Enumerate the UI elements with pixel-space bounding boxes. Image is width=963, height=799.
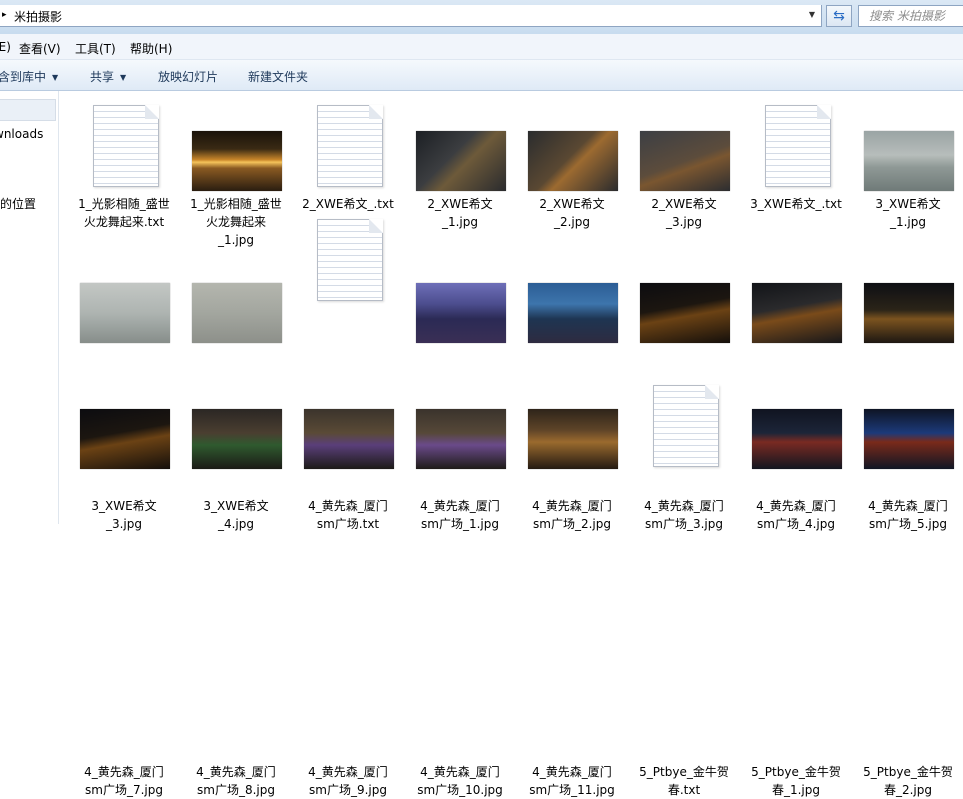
file-name: 2_XWE希文 _1.jpg — [427, 197, 493, 229]
image-thumbnail — [640, 283, 730, 343]
file-list: 1_光影相随_盛世 火龙舞起来.txt 1_光影相随_盛世 火龙舞起来 _1.jp… — [60, 91, 963, 797]
file-item[interactable]: 2_XWE希文 _2.jpg — [508, 91, 618, 231]
image-thumbnail — [192, 409, 282, 469]
new-folder-button[interactable]: 新建文件夹 — [248, 68, 308, 85]
image-thumbnail — [864, 409, 954, 469]
image-thumbnail — [80, 283, 170, 343]
nav-selected-item[interactable] — [0, 99, 56, 121]
file-item[interactable]: 4_黄先森_厦门 sm广场_4.jpg — [732, 241, 842, 531]
file-name: 4_黄先森_厦门 sm广场_11.jpg — [529, 765, 615, 797]
file-item[interactable]: 4_黄先森_厦门 sm广场_3.jpg — [620, 241, 730, 531]
address-bar-row: ▸ 米拍摄影 ▼ ⇆ 搜索 米拍摄影 — [0, 0, 963, 34]
file-item[interactable]: 1_光影相随_盛世 火龙舞起来.txt — [60, 91, 170, 231]
search-input[interactable]: 搜索 米拍摄影 — [858, 5, 963, 27]
text-file-icon — [317, 105, 383, 187]
address-bar[interactable]: ▸ 米拍摄影 ▼ — [0, 5, 822, 27]
file-name: 4_黄先森_厦门 sm广场_7.jpg — [84, 765, 164, 797]
file-name: 3_XWE希文_.txt — [750, 197, 842, 211]
chevron-down-icon[interactable]: ▼ — [803, 5, 821, 25]
file-name: 1_光影相随_盛世 火龙舞起来.txt — [78, 197, 170, 229]
file-item[interactable]: 4_黄先森_厦门 sm广场_10.jpg — [396, 371, 506, 797]
image-thumbnail — [528, 283, 618, 343]
image-thumbnail — [528, 131, 618, 191]
file-item[interactable]: 1_光影相随_盛世 火龙舞起来 _1.jpg — [172, 91, 282, 247]
image-thumbnail — [752, 409, 842, 469]
text-file-icon — [317, 219, 383, 301]
share-button[interactable]: 共享 ▼ — [90, 68, 126, 85]
file-item[interactable]: 3_XWE希文 _1.jpg — [844, 91, 954, 231]
file-item[interactable]: 5_Ptbye_金牛贺 春_1.jpg — [732, 371, 842, 797]
file-name: 5_Ptbye_金牛贺 春_2.jpg — [863, 765, 953, 797]
chevron-down-icon: ▼ — [52, 73, 59, 82]
image-thumbnail — [416, 131, 506, 191]
file-name: 2_XWE希文 _3.jpg — [651, 197, 717, 229]
file-item[interactable]: 3_XWE希文 _3.jpg — [60, 241, 170, 531]
image-thumbnail — [528, 409, 618, 469]
image-thumbnail — [192, 131, 282, 191]
command-bar: 含到库中 ▼ 共享 ▼ 放映幻灯片 新建文件夹 — [0, 60, 963, 91]
slideshow-button[interactable]: 放映幻灯片 — [158, 68, 218, 85]
file-item[interactable]: 2_XWE希文 _3.jpg — [620, 91, 730, 231]
image-thumbnail — [192, 283, 282, 343]
nav-item-recent-places[interactable]: 的位置 — [0, 195, 36, 212]
menu-tools[interactable]: 工具(T) — [75, 40, 116, 57]
file-name: 3_XWE希文 _1.jpg — [875, 197, 941, 229]
image-thumbnail — [864, 283, 954, 343]
image-thumbnail — [416, 283, 506, 343]
menu-bar: (E) 查看(V) 工具(T) 帮助(H) — [0, 34, 963, 60]
refresh-icon: ⇆ — [833, 8, 845, 24]
navigation-pane: wnloads 的位置 — [0, 91, 59, 524]
image-thumbnail — [640, 131, 730, 191]
file-item[interactable]: 4_黄先森_厦门 sm广场_2.jpg — [508, 241, 618, 531]
image-thumbnail — [416, 409, 506, 469]
file-item[interactable]: 5_Ptbye_金牛贺 春_2.jpg — [844, 371, 954, 797]
file-name: 2_XWE希文_.txt — [302, 197, 394, 211]
file-item[interactable]: 2_XWE希文 _1.jpg — [396, 91, 506, 231]
file-item[interactable]: 4_黄先森_厦门 sm广场_9.jpg — [284, 371, 394, 797]
refresh-button[interactable]: ⇆ — [826, 5, 852, 27]
file-name: 4_黄先森_厦门 sm广场_9.jpg — [308, 765, 388, 797]
file-name: 4_黄先森_厦门 sm广场_8.jpg — [196, 765, 276, 797]
image-thumbnail — [864, 131, 954, 191]
file-name: 2_XWE希文 _2.jpg — [539, 197, 605, 229]
chevron-down-icon: ▼ — [120, 73, 127, 82]
include-in-library-button[interactable]: 含到库中 ▼ — [0, 68, 58, 85]
image-thumbnail — [304, 409, 394, 469]
text-file-icon — [765, 105, 831, 187]
file-name: 5_Ptbye_金牛贺 春_1.jpg — [751, 765, 841, 797]
nav-item-downloads[interactable]: wnloads — [0, 127, 43, 141]
file-item[interactable]: 4_黄先森_厦门 sm广场_8.jpg — [172, 371, 282, 797]
file-name: 5_Ptbye_金牛贺 春.txt — [639, 765, 729, 797]
breadcrumb-arrow-icon[interactable]: ▸ — [2, 10, 7, 20]
file-item[interactable]: 4_黄先森_厦门 sm广场.txt — [284, 219, 392, 531]
file-item[interactable]: 3_XWE希文_.txt — [732, 91, 842, 231]
file-item[interactable]: 4_黄先森_厦门 sm广场_5.jpg — [844, 241, 954, 531]
file-name: 4_黄先森_厦门 sm广场_10.jpg — [417, 765, 503, 797]
image-thumbnail — [80, 409, 170, 469]
file-item[interactable]: 4_黄先森_厦门 sm广场_11.jpg — [508, 371, 618, 797]
file-item[interactable]: 5_Ptbye_金牛贺 春.txt — [620, 371, 729, 797]
menu-help[interactable]: 帮助(H) — [130, 40, 172, 57]
menu-view[interactable]: 查看(V) — [19, 40, 61, 57]
file-item[interactable]: 4_黄先森_厦门 sm广场_7.jpg — [60, 371, 170, 797]
menu-edit[interactable]: (E) — [0, 40, 11, 54]
text-file-icon — [653, 385, 719, 467]
image-thumbnail — [752, 283, 842, 343]
file-item[interactable]: 4_黄先森_厦门 sm广场_1.jpg — [396, 241, 506, 531]
file-item[interactable]: 3_XWE希文 _4.jpg — [172, 241, 282, 531]
text-file-icon — [93, 105, 159, 187]
breadcrumb[interactable]: 米拍摄影 — [14, 8, 62, 25]
file-item[interactable]: 2_XWE希文_.txt — [284, 91, 394, 231]
